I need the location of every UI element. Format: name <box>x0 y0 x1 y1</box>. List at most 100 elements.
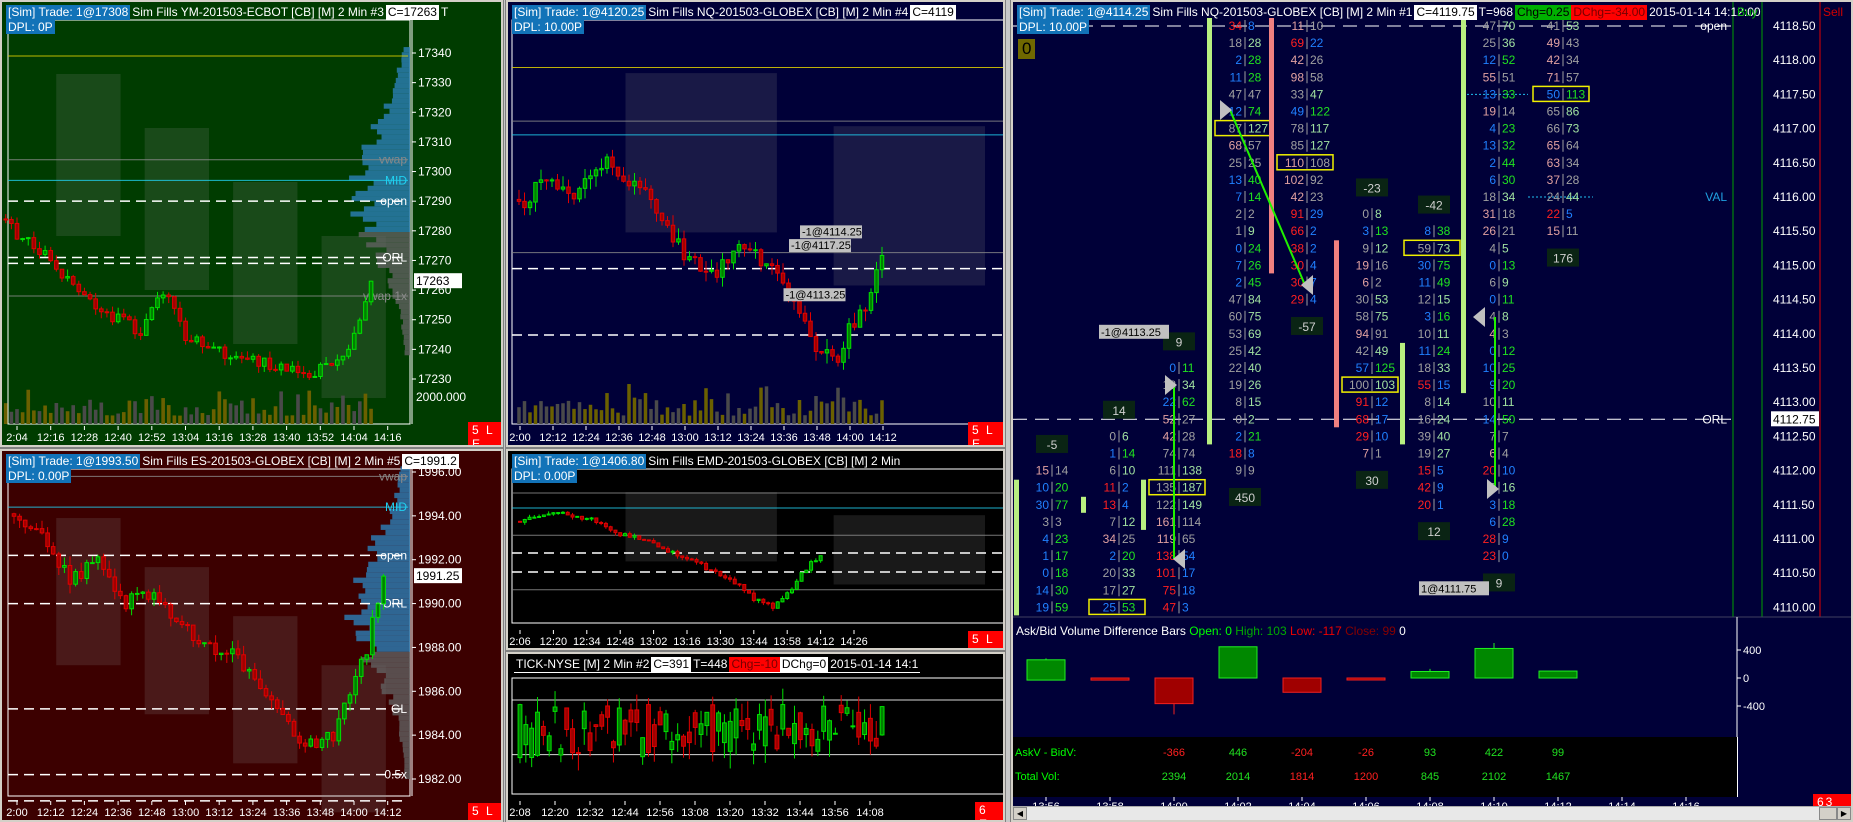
bid-volume: 18 <box>1229 447 1243 461</box>
nq-time-label: 12:12 <box>539 432 567 444</box>
bid-volume: 4 <box>1489 241 1496 255</box>
emd-candle <box>670 550 675 553</box>
ym-candle <box>273 368 278 371</box>
scroll-right-arrow-icon[interactable]: ▶ <box>1837 807 1851 820</box>
ask-volume: 32 <box>1502 139 1516 153</box>
nq-volume-bar <box>627 384 631 424</box>
es-candle <box>146 591 151 600</box>
nq-trade-label: -1@4117.25 <box>791 240 851 252</box>
ask-volume: 74 <box>1182 447 1196 461</box>
emd-candle <box>546 513 551 516</box>
es-chart-panel[interactable]: [Sim] Trade: 1@1993.50 Sim Fills ES-2015… <box>0 448 504 822</box>
emd-chart-panel[interactable]: [Sim] Trade: 1@1406.80 Sim Fills EMD-201… <box>505 448 1006 651</box>
ym-header: [Sim] Trade: 1@17308 Sim Fills YM-201503… <box>6 5 450 20</box>
nq-status-badge[interactable]: 5 L E <box>968 422 1003 445</box>
nq-candle <box>797 300 802 314</box>
ym-chart[interactable]: vwapMIDopenORLvwap 1x1734017330173201731… <box>2 2 503 447</box>
emd-status-badge[interactable]: 5 L E <box>968 631 1003 648</box>
footprint-cell: 29 10 <box>1356 429 1389 443</box>
emd-candle <box>551 512 556 515</box>
emd-candle <box>560 511 565 514</box>
emd-candle <box>794 580 799 590</box>
es-candle <box>252 669 258 680</box>
ym-candle <box>245 357 250 360</box>
tick-chart[interactable]: 5000-500-10003912:0812:2012:3212:4412:56… <box>508 654 1005 822</box>
footprint-cell: 71 <box>1362 447 1382 461</box>
footprint-cell: 7 26 <box>1235 258 1261 272</box>
bid-volume: 3 <box>1424 310 1431 324</box>
footprint-chart[interactable]: openVALORL15 1410 2030 773 34 231 170 1814 3019 5… <box>1013 2 1853 822</box>
tick-candle <box>540 725 546 736</box>
footprint-cell: 91 29 <box>1291 207 1324 221</box>
delta-value: 9 <box>1176 335 1183 349</box>
ym-volume-bar <box>273 406 278 424</box>
nq-volume-bar <box>665 407 670 424</box>
emd-time-label: 13:16 <box>673 636 701 648</box>
es-volume-profile-bar <box>376 646 410 652</box>
nq-chart[interactable]: vwapMIDvwap 1xopenORL-1@4114.25-1@4117.2… <box>508 2 1005 447</box>
nq-chart-panel[interactable]: [Sim] Trade: 1@4120.25 Sim Fills NQ-2015… <box>505 0 1006 448</box>
bid-volume: 2 <box>1109 549 1116 563</box>
ym-candle <box>166 294 172 298</box>
es-price-label: 1994.00 <box>418 509 462 523</box>
ym-candle <box>138 333 143 336</box>
nq-candle <box>654 199 659 214</box>
es-volume-profile-bar <box>384 678 410 684</box>
tick-chart-panel[interactable]: TICK-NYSE [M] 2 Min #2 C=391 T=448 Chg=-… <box>505 651 1006 822</box>
es-time-label: 13:48 <box>307 807 335 819</box>
ym-volume-profile-bar <box>401 324 410 330</box>
sell-column-label[interactable]: Sell <box>1823 5 1843 19</box>
tick-candle <box>570 728 575 754</box>
ask-volume: 84 <box>1248 293 1262 307</box>
es-volume-profile-bar <box>368 561 410 568</box>
emd-candle <box>756 598 761 602</box>
ym-volume-profile-bar <box>396 67 410 73</box>
imbalance-bar <box>1461 18 1466 394</box>
nq-time-label: 14:12 <box>869 432 897 444</box>
ask-volume: 30 <box>1502 173 1516 187</box>
buy-column-label[interactable]: Buy <box>1737 5 1758 19</box>
ask-volume: 2 <box>1248 412 1255 426</box>
ask-volume: 92 <box>1310 173 1324 187</box>
ym-volume-profile-bar <box>362 216 410 222</box>
footprint-cell: 6 10 <box>1109 464 1135 478</box>
nq-candle <box>670 224 676 243</box>
ask-volume: 52 <box>1502 53 1516 67</box>
es-level-label: vwap <box>379 469 407 483</box>
es-candle <box>342 702 347 720</box>
ym-volume-bar <box>99 402 104 424</box>
es-status-badge[interactable]: 5 L E <box>468 803 501 820</box>
ym-level-label: vwap <box>379 153 407 167</box>
footprint-chart-panel[interactable]: [Sim] Trade: 1@4114.25 Sim Fills NQ-2015… <box>1010 0 1853 822</box>
price-axis-label: 4117.50 <box>1773 87 1816 101</box>
footprint-cell: 20 1 <box>1418 498 1444 512</box>
tick-status-badge[interactable]: 6 E <box>975 802 1003 820</box>
ym-volume-profile-bar <box>388 283 410 289</box>
ym-chart-panel[interactable]: [Sim] Trade: 1@17308 Sim Fills YM-201503… <box>0 0 504 448</box>
emd-time-label: 12:48 <box>606 636 634 648</box>
footprint-cell: 42 28 <box>1163 429 1196 443</box>
nq-volume-bar <box>555 403 560 424</box>
bid-volume: 30 <box>1036 498 1050 512</box>
bid-volume: 20 <box>1418 498 1432 512</box>
emd-candle <box>518 520 522 523</box>
ym-candle <box>37 248 42 255</box>
ym-candle <box>188 339 194 343</box>
footprint-cell: 23 0 <box>1483 549 1509 563</box>
ask-volume: 30 <box>1055 583 1069 597</box>
ym-volume-bar <box>251 398 255 424</box>
ym-status-badge[interactable]: 5 L E <box>468 422 501 445</box>
es-chart[interactable]: vwapMIDopenORLGL0.5x1996.001994.001992.0… <box>2 451 503 822</box>
emd-chart[interactable]: vwapMIDvwap 1xopenORLvwap 2x1416.001414.… <box>508 451 1005 650</box>
price-axis-label: 4117.00 <box>1773 122 1816 136</box>
ym-time-label: 12:52 <box>138 432 166 444</box>
indicator-open: Open: 0 <box>1189 624 1232 638</box>
trade-label: -1@4113.25 <box>1101 327 1161 339</box>
footprint-cell: 122 149 <box>1156 498 1202 512</box>
scroll-thumb[interactable] <box>1819 807 1837 820</box>
horizontal-scrollbar[interactable]: ◀ ▶ <box>1013 806 1851 820</box>
scroll-left-arrow-icon[interactable]: ◀ <box>1013 807 1027 820</box>
bid-volume: 91 <box>1356 395 1370 409</box>
ym-volume-bar <box>195 407 199 424</box>
emd-candle <box>727 577 732 580</box>
